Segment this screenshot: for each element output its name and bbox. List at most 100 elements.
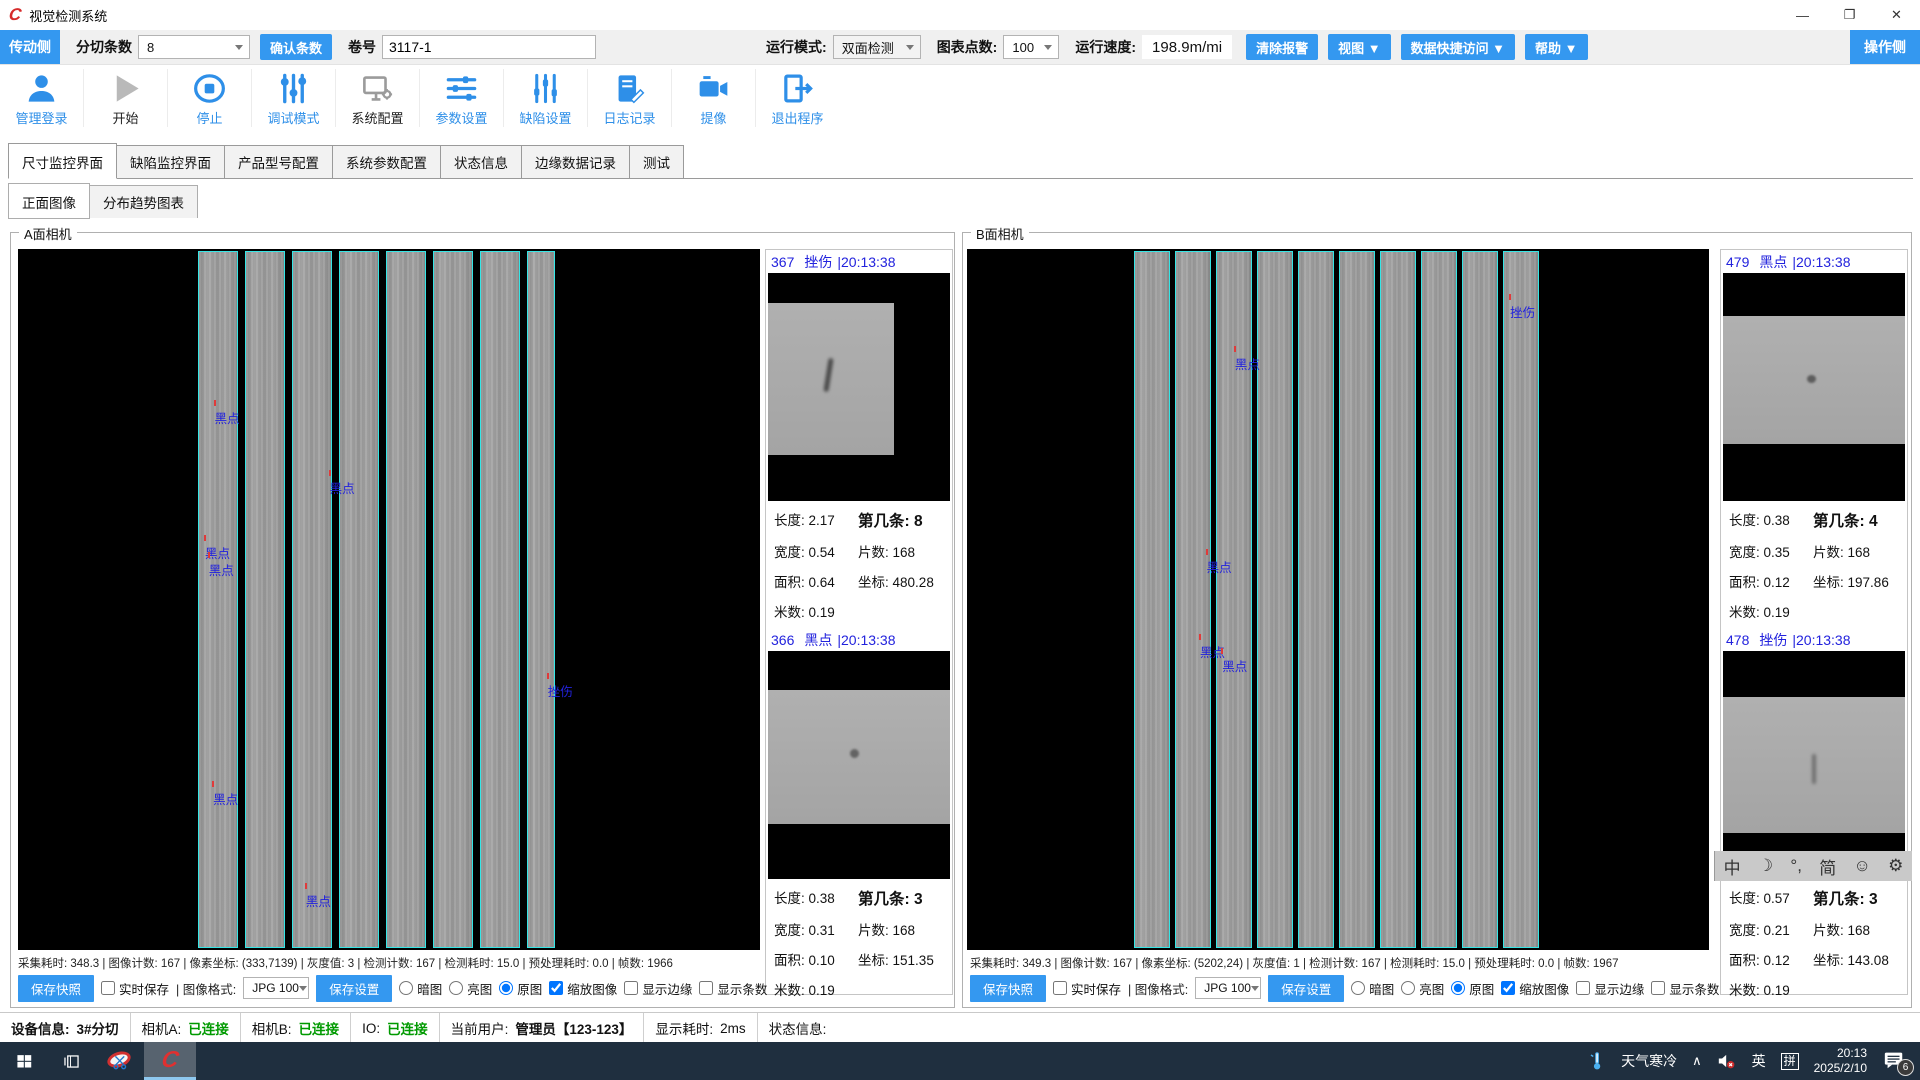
ime-chinese-mode-icon[interactable]: 中 xyxy=(1724,854,1741,879)
task-view-button[interactable] xyxy=(48,1042,96,1080)
camera-b-defect-list[interactable]: 479 黑点 |20:13:38 长度: 0.38 第几条: 4 宽度: 0.3… xyxy=(1720,249,1908,995)
defect-thumbnail[interactable] xyxy=(1723,651,1905,879)
tab-front-image[interactable]: 正面图像 xyxy=(8,183,90,219)
realtime-save-checkbox[interactable]: 实时保存 xyxy=(1053,979,1121,998)
save-snapshot-button[interactable]: 保存快照 xyxy=(18,975,94,1002)
ime-mode-indicator[interactable]: 拼 xyxy=(1781,1053,1799,1070)
capture-image-button[interactable]: 提像 xyxy=(671,69,755,127)
save-settings-button[interactable]: 保存设置 xyxy=(316,975,392,1002)
image-format-select[interactable]: JPG 100 xyxy=(243,977,309,999)
radio[interactable] xyxy=(449,981,463,995)
parameter-settings-button[interactable]: 参数设置 xyxy=(419,69,503,127)
tab-size-monitor[interactable]: 尺寸监控界面 xyxy=(8,143,117,179)
checkbox[interactable] xyxy=(1651,981,1665,995)
show-edge-checkbox[interactable]: 显示边缘 xyxy=(624,979,692,998)
checkbox[interactable] xyxy=(699,981,713,995)
thermometer-icon[interactable] xyxy=(1588,1050,1606,1072)
defect-type: 挫伤 xyxy=(1759,630,1787,650)
defect-card[interactable]: 479 黑点 |20:13:38 长度: 0.38 第几条: 4 宽度: 0.3… xyxy=(1721,250,1907,621)
radio[interactable] xyxy=(399,981,413,995)
language-indicator[interactable]: 英 xyxy=(1752,1051,1766,1071)
close-icon[interactable]: ✕ xyxy=(1873,0,1920,30)
defect-card[interactable]: 366 黑点 |20:13:38 长度: 0.38 第几条: 3 宽度: 0.3… xyxy=(766,628,952,999)
defect-card[interactable]: 367 挫伤 |20:13:38 长度: 2.17 第几条: 8 宽度: 0.5… xyxy=(766,250,952,621)
ime-halfmoon-icon[interactable]: ☽ xyxy=(1758,856,1773,876)
minimize-icon[interactable]: — xyxy=(1779,0,1826,30)
image-format-select[interactable]: JPG 100 xyxy=(1195,977,1261,999)
ribbon-toolbar: 管理登录 开始 停止 调试模式 系统配置 参数设置 缺陷设置 日志记录 xyxy=(0,65,1920,131)
system-config-button[interactable]: 系统配置 xyxy=(335,69,419,127)
radio[interactable] xyxy=(1401,981,1415,995)
display-time-segment: 显示耗时:2ms xyxy=(644,1013,757,1043)
tray-expand-icon[interactable]: ∧ xyxy=(1692,1053,1702,1069)
checkbox[interactable] xyxy=(101,981,115,995)
checkbox[interactable] xyxy=(1501,981,1515,995)
notification-center-button[interactable]: 6 xyxy=(1882,1049,1908,1073)
stop-button[interactable]: 停止 xyxy=(167,69,251,127)
radio[interactable] xyxy=(499,981,513,995)
checkbox[interactable] xyxy=(1576,981,1590,995)
clear-alarm-button[interactable]: 清除报警 xyxy=(1246,34,1318,60)
debug-mode-button[interactable]: 调试模式 xyxy=(251,69,335,127)
camera-b-image[interactable]: 挫伤黑点黑点黑点黑点 xyxy=(967,249,1709,950)
ime-punctuation-icon[interactable]: °, xyxy=(1790,856,1802,876)
confirm-count-button[interactable]: 确认条数 xyxy=(260,34,332,60)
tab-distribution-trend[interactable]: 分布趋势图表 xyxy=(90,185,198,218)
clock[interactable]: 20:13 2025/2/10 xyxy=(1814,1046,1867,1076)
bright-image-radio[interactable]: 亮图 xyxy=(449,979,492,998)
slit-count-select[interactable]: 8 xyxy=(138,35,250,59)
checkbox[interactable] xyxy=(1053,981,1067,995)
realtime-save-checkbox[interactable]: 实时保存 xyxy=(101,979,169,998)
operator-side-button[interactable]: 操作侧 xyxy=(1850,30,1920,64)
run-mode-select[interactable]: 双面检测 xyxy=(833,35,921,59)
ime-emoji-icon[interactable]: ☺ xyxy=(1853,856,1870,876)
checkbox[interactable] xyxy=(549,981,563,995)
maximize-icon[interactable]: ❐ xyxy=(1826,0,1873,30)
data-quick-access-button[interactable]: 数据快捷访问 ▼ xyxy=(1401,34,1515,60)
bright-image-radio[interactable]: 亮图 xyxy=(1401,979,1444,998)
save-settings-button[interactable]: 保存设置 xyxy=(1268,975,1344,1002)
tab-system-param-config[interactable]: 系统参数配置 xyxy=(333,145,441,178)
tab-status-info[interactable]: 状态信息 xyxy=(441,145,522,178)
admin-login-button[interactable]: 管理登录 xyxy=(0,69,83,127)
defect-thumbnail[interactable] xyxy=(768,273,950,501)
zoom-image-checkbox[interactable]: 缩放图像 xyxy=(549,979,617,998)
vision-app-taskbar-button[interactable]: C xyxy=(144,1042,196,1080)
ime-simplified-icon[interactable]: 简 xyxy=(1819,854,1836,879)
show-count-checkbox[interactable]: 显示条数 xyxy=(699,979,767,998)
snipping-tool-button[interactable] xyxy=(96,1042,144,1080)
view-menu-button[interactable]: 视图 ▼ xyxy=(1328,34,1390,60)
tab-defect-monitor[interactable]: 缺陷监控界面 xyxy=(117,145,225,178)
defect-thumbnail[interactable] xyxy=(768,651,950,879)
start-button[interactable] xyxy=(0,1042,48,1080)
save-snapshot-button[interactable]: 保存快照 xyxy=(970,975,1046,1002)
roll-number-input[interactable] xyxy=(382,35,596,59)
original-image-radio[interactable]: 原图 xyxy=(499,979,542,998)
dark-image-radio[interactable]: 暗图 xyxy=(399,979,442,998)
log-record-button[interactable]: 日志记录 xyxy=(587,69,671,127)
drive-side-button[interactable]: 传动侧 xyxy=(0,30,60,64)
show-edge-checkbox[interactable]: 显示边缘 xyxy=(1576,979,1644,998)
speaker-muted-icon[interactable] xyxy=(1717,1052,1737,1070)
chart-points-select[interactable]: 100 xyxy=(1003,35,1059,59)
dark-image-radio[interactable]: 暗图 xyxy=(1351,979,1394,998)
tab-product-model-config[interactable]: 产品型号配置 xyxy=(225,145,333,178)
tab-edge-data-record[interactable]: 边缘数据记录 xyxy=(522,145,630,178)
defect-thumbnail[interactable] xyxy=(1723,273,1905,501)
checkbox[interactable] xyxy=(624,981,638,995)
start-button[interactable]: 开始 xyxy=(83,69,167,127)
tab-test[interactable]: 测试 xyxy=(630,145,684,178)
exit-program-button[interactable]: 退出程序 xyxy=(755,69,839,127)
original-image-radio[interactable]: 原图 xyxy=(1451,979,1494,998)
defect-card[interactable]: 478 挫伤 |20:13:38 长度: 0.57 第几条: 3 宽度: 0.2… xyxy=(1721,628,1907,999)
weather-text[interactable]: 天气寒冷 xyxy=(1621,1051,1677,1071)
radio[interactable] xyxy=(1451,981,1465,995)
show-count-checkbox[interactable]: 显示条数 xyxy=(1651,979,1719,998)
zoom-image-checkbox[interactable]: 缩放图像 xyxy=(1501,979,1569,998)
camera-a-image[interactable]: 黑点黑点黑点黑点挫伤黑点黑点 xyxy=(18,249,760,950)
radio[interactable] xyxy=(1351,981,1365,995)
help-menu-button[interactable]: 帮助 ▼ xyxy=(1525,34,1587,60)
defect-settings-button[interactable]: 缺陷设置 xyxy=(503,69,587,127)
ime-settings-gear-icon[interactable]: ⚙ xyxy=(1888,856,1903,876)
camera-a-defect-list[interactable]: 367 挫伤 |20:13:38 长度: 2.17 第几条: 8 宽度: 0.5… xyxy=(765,249,953,995)
